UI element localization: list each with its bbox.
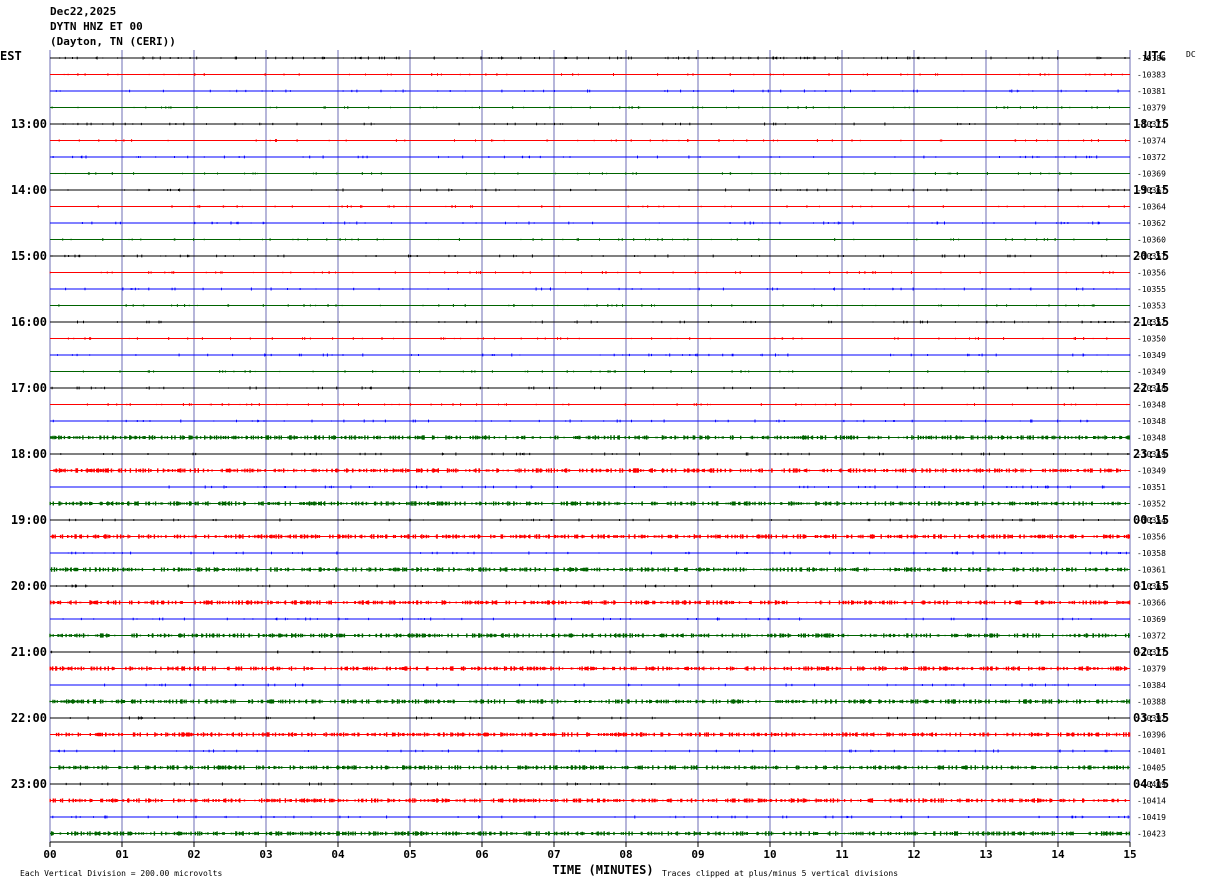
dc-offset-label: -10366	[1137, 599, 1166, 608]
dc-offset-label: -10356	[1137, 269, 1166, 278]
right-hour-label: 18:15	[1133, 117, 1169, 131]
x-tick-label: 06	[475, 848, 489, 861]
left-hour-label: 14:00	[11, 183, 47, 197]
dc-offset-label: -10358	[1137, 549, 1166, 558]
dc-offset-label: -10351	[1137, 483, 1166, 492]
right-hour-label: 03:15	[1133, 711, 1169, 725]
dc-offset-label: -10356	[1137, 533, 1166, 542]
left-hour-label: 19:00	[11, 513, 47, 527]
right-hour-label: 02:15	[1133, 645, 1169, 659]
right-hour-label: 00:15	[1133, 513, 1169, 527]
dc-offset-label: -10361	[1137, 566, 1166, 575]
x-tick-label: 05	[403, 848, 416, 861]
right-hour-label: 19:15	[1133, 183, 1169, 197]
dc-offset-label: -10383	[1137, 71, 1166, 80]
dc-offset-label: -10396	[1137, 731, 1166, 740]
x-tick-label: 03	[259, 848, 272, 861]
dc-offset-label: -10372	[1137, 153, 1166, 162]
clip-note: Traces clipped at plus/minus 5 vertical …	[662, 869, 898, 878]
x-tick-label: 14	[1051, 848, 1065, 861]
right-hour-label: 20:15	[1133, 249, 1169, 263]
dc-offset-label: -10401	[1137, 747, 1166, 756]
left-hour-label: 18:00	[11, 447, 47, 461]
dc-label: DC	[1186, 50, 1196, 59]
left-hour-label: 20:00	[11, 579, 47, 593]
dc-offset-label: -10381	[1137, 87, 1166, 96]
x-tick-label: 01	[115, 848, 129, 861]
dc-offset-label: -10352	[1137, 500, 1166, 509]
left-hour-label: 17:00	[11, 381, 47, 395]
dc-offset-label: -10388	[1137, 698, 1166, 707]
left-hour-label: 21:00	[11, 645, 47, 659]
x-tick-label: 08	[619, 848, 632, 861]
dc-offset-label: -10362	[1137, 219, 1166, 228]
dc-offset-label: -10360	[1137, 236, 1166, 245]
trace-noise	[49, 633, 1130, 638]
x-tick-label: 07	[547, 848, 560, 861]
dc-offset-label: -10349	[1137, 368, 1166, 377]
x-tick-label: 02	[187, 848, 200, 861]
left-timezone-label: EST	[0, 49, 22, 63]
x-axis-title: TIME (MINUTES)	[552, 863, 653, 877]
dc-offset-label: -10350	[1137, 335, 1166, 344]
dc-offset-label: -10419	[1137, 813, 1166, 822]
dc-offset-label: -10348	[1137, 417, 1166, 426]
dc-offset-label: -10364	[1137, 203, 1166, 212]
dc-offset-label: -10379	[1137, 665, 1166, 674]
left-hour-label: 13:00	[11, 117, 47, 131]
seismogram-chart: -10386-10383-10381-10379-10377-10374-103…	[0, 49, 1196, 878]
x-tick-label: 15	[1123, 848, 1136, 861]
right-hour-label: 23:15	[1133, 447, 1169, 461]
right-hour-label: 21:15	[1133, 315, 1169, 329]
left-hour-label: 15:00	[11, 249, 47, 263]
x-tick-label: 10	[763, 848, 776, 861]
dc-offset-label: -10374	[1137, 137, 1166, 146]
dc-offset-label: -10405	[1137, 764, 1166, 773]
dc-offset-label: -10369	[1137, 615, 1166, 624]
x-tick-label: 13	[979, 848, 992, 861]
dc-offset-label: -10353	[1137, 302, 1166, 311]
left-hour-label: 22:00	[11, 711, 47, 725]
scale-note: Each Vertical Division = 200.00 microvol…	[20, 869, 222, 878]
dc-offset-label: -10372	[1137, 632, 1166, 641]
left-hour-label: 16:00	[11, 315, 47, 329]
x-tick-label: 09	[691, 848, 704, 861]
right-hour-label: 22:15	[1133, 381, 1169, 395]
right-hour-label: 01:15	[1133, 579, 1169, 593]
x-tick-label: 12	[907, 848, 920, 861]
x-tick-label: 00	[43, 848, 56, 861]
dc-offset-label: -10349	[1137, 467, 1166, 476]
dc-offset-label: -10379	[1137, 104, 1166, 113]
right-hour-label: 04:15	[1133, 777, 1169, 791]
dc-offset-label: -10369	[1137, 170, 1166, 179]
dc-offset-label: -10349	[1137, 351, 1166, 360]
x-tick-label: 04	[331, 848, 345, 861]
dc-offset-label: -10348	[1137, 434, 1166, 443]
dc-offset-label: -10414	[1137, 797, 1166, 806]
left-hour-label: 23:00	[11, 777, 47, 791]
dc-offset-label: -10384	[1137, 681, 1166, 690]
right-timezone-label: UTC	[1144, 49, 1166, 63]
x-tick-label: 11	[835, 848, 849, 861]
dc-offset-label: -10348	[1137, 401, 1166, 410]
dc-offset-label: -10423	[1137, 830, 1166, 839]
dc-offset-label: -10355	[1137, 285, 1166, 294]
